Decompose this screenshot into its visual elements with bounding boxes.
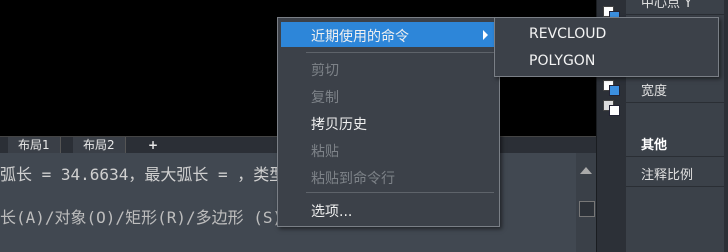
menu-item-copy-history[interactable]: 拷贝历史 bbox=[281, 110, 496, 135]
menu-item-label: 复制 bbox=[311, 90, 339, 106]
menu-separator bbox=[306, 52, 494, 53]
menu-item-label: 粘贴到命令行 bbox=[311, 171, 395, 187]
menu-item-label: 拷贝历史 bbox=[311, 117, 367, 133]
property-row-annotation-scale[interactable]: 注释比例 bbox=[626, 160, 728, 187]
section-title: 其他 bbox=[641, 138, 668, 153]
submenu-item-label: POLYGON bbox=[529, 53, 596, 69]
scroll-thumb[interactable] bbox=[579, 201, 595, 217]
tab-layout2[interactable]: 布局2 bbox=[73, 137, 126, 154]
property-label: 注释比例 bbox=[641, 168, 694, 183]
menu-item-copy[interactable]: 复制 bbox=[281, 83, 496, 108]
scroll-up-arrow-icon[interactable] bbox=[580, 167, 592, 174]
submenu-item-polygon[interactable]: POLYGON bbox=[498, 48, 715, 74]
menu-item-paste-to-cmdline[interactable]: 粘贴到命令行 bbox=[281, 164, 496, 189]
property-label: 宽度 bbox=[641, 84, 668, 99]
section-header-other[interactable]: 其他 bbox=[626, 130, 728, 157]
command-scrollbar[interactable] bbox=[576, 153, 596, 252]
menu-separator bbox=[306, 192, 494, 193]
panel-scrollbar[interactable] bbox=[724, 0, 728, 252]
submenu-arrow-icon bbox=[483, 30, 488, 40]
submenu-item-label: REVCLOUD bbox=[529, 26, 607, 42]
property-row[interactable]: 中心点 Y bbox=[626, 0, 728, 15]
menu-item-cut[interactable]: 剪切 bbox=[281, 56, 496, 81]
toggle-pickadd-icon[interactable] bbox=[601, 98, 621, 116]
context-menu: 近期使用的命令 剪切 复制 拷贝历史 粘贴 粘贴到命令行 选项... bbox=[277, 17, 500, 227]
menu-item-label: 近期使用的命令 bbox=[311, 29, 409, 45]
menu-item-recent-commands[interactable]: 近期使用的命令 bbox=[281, 22, 496, 47]
property-row-width[interactable]: 宽度 bbox=[626, 76, 728, 103]
recent-commands-submenu: REVCLOUD POLYGON bbox=[494, 17, 719, 77]
submenu-item-revcloud[interactable]: REVCLOUD bbox=[498, 21, 715, 47]
property-label: 中心点 Y bbox=[641, 0, 693, 11]
menu-item-label: 剪切 bbox=[311, 63, 339, 79]
tab-layout1[interactable]: 布局1 bbox=[8, 137, 61, 154]
menu-item-label: 选项... bbox=[311, 204, 353, 220]
menu-item-paste[interactable]: 粘贴 bbox=[281, 137, 496, 162]
menu-item-label: 粘贴 bbox=[311, 144, 339, 160]
quick-select-icon[interactable] bbox=[601, 78, 621, 96]
menu-item-options[interactable]: 选项... bbox=[281, 197, 496, 222]
add-layout-tab-button[interactable]: + bbox=[138, 137, 169, 154]
